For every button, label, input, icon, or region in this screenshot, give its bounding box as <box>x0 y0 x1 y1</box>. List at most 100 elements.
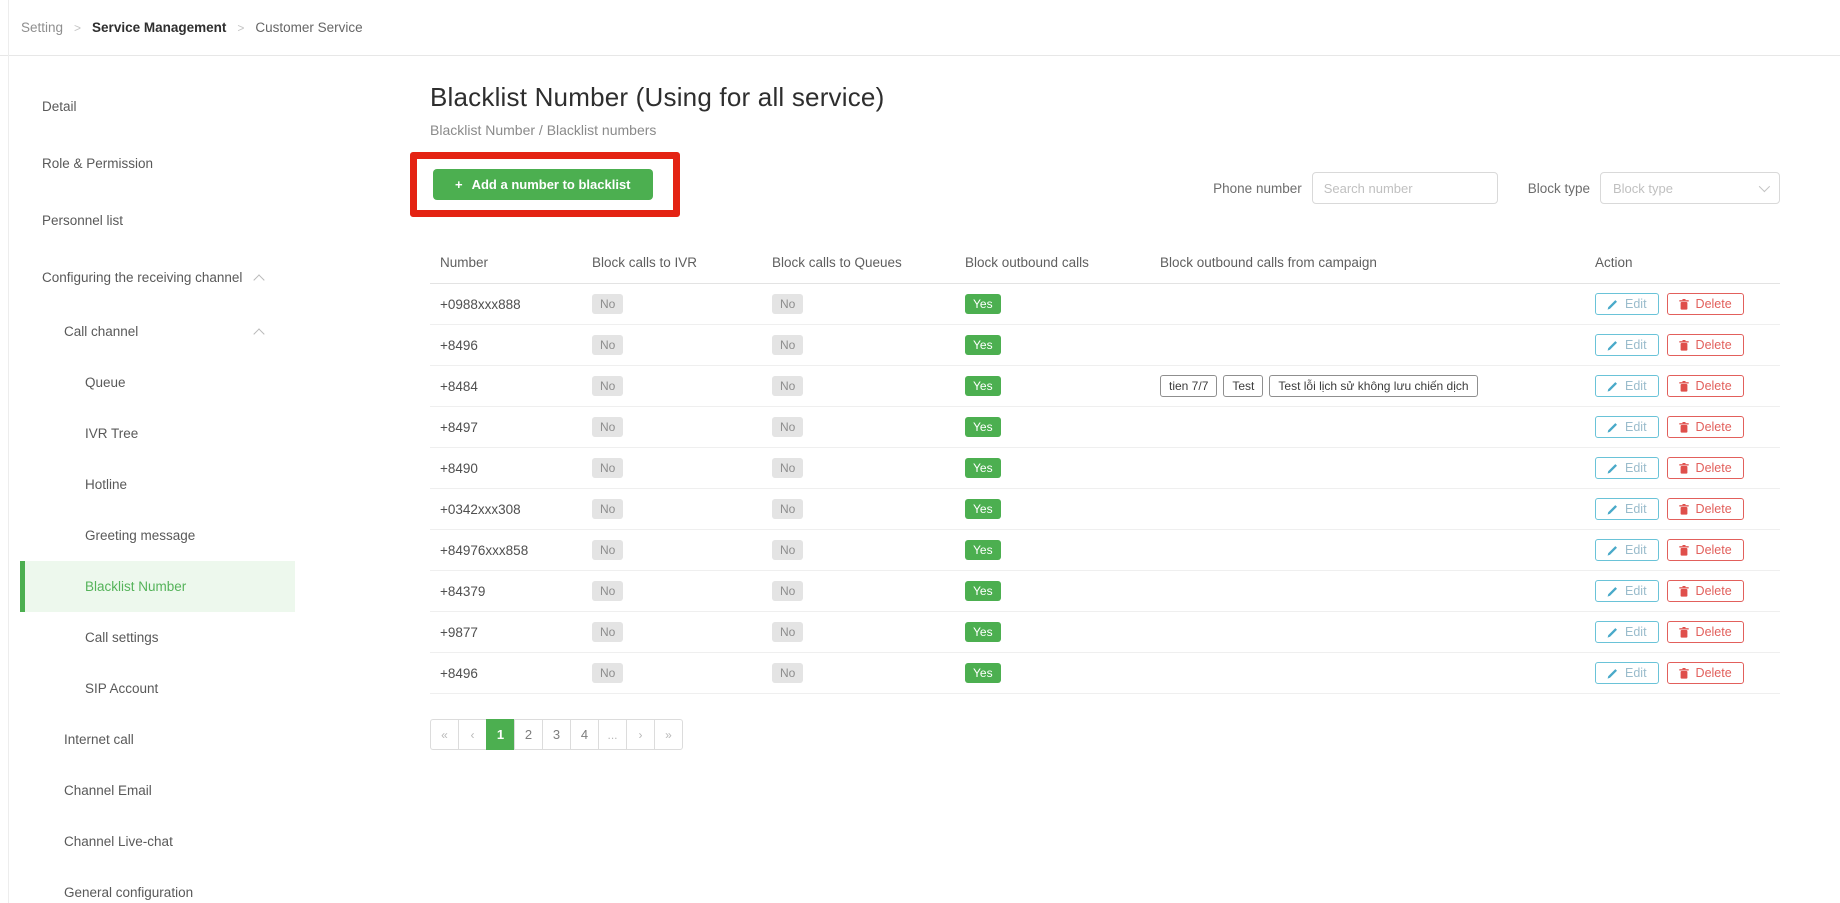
breadcrumb-item-customer-service[interactable]: Customer Service <box>255 20 362 35</box>
block-outbound-cell: Yes <box>955 499 1150 519</box>
edit-button[interactable]: Edit <box>1595 334 1659 356</box>
block-ivr-cell: No <box>582 417 762 437</box>
breadcrumb-item-setting[interactable]: Setting <box>21 20 63 35</box>
block-outbound-cell: Yes <box>955 417 1150 437</box>
no-badge: No <box>772 499 804 519</box>
edit-button-label: Edit <box>1625 338 1647 352</box>
pencil-icon <box>1607 545 1617 556</box>
table-row: +8496 No No Yes Edit Delete <box>430 325 1780 366</box>
number-cell: +84976xxx858 <box>440 542 529 558</box>
no-badge: No <box>772 376 804 396</box>
delete-button[interactable]: Delete <box>1666 662 1744 684</box>
column-header-block-calls-to-queues: Block calls to Queues <box>772 255 902 270</box>
delete-button[interactable]: Delete <box>1666 621 1744 643</box>
page-title: Blacklist Number (Using for all service) <box>430 82 885 112</box>
no-badge: No <box>772 622 804 642</box>
edit-button[interactable]: Edit <box>1595 293 1659 315</box>
sidebar-item-label: Greeting message <box>85 528 196 543</box>
next-page-button[interactable]: › <box>626 719 655 750</box>
sidebar-item-call-channel[interactable]: Call channel <box>20 306 295 357</box>
table-row: +0342xxx308 No No Yes Edit Delete <box>430 489 1780 530</box>
edit-button[interactable]: Edit <box>1595 662 1659 684</box>
edit-button[interactable]: Edit <box>1595 539 1659 561</box>
block-queues-cell: No <box>762 335 955 355</box>
sidebar-item-channel-email[interactable]: Channel Email <box>20 765 295 816</box>
prev-page-button[interactable]: ‹ <box>458 719 487 750</box>
no-badge: No <box>592 663 624 683</box>
page-button-4[interactable]: 4 <box>570 719 599 750</box>
pencil-icon <box>1607 381 1617 392</box>
page-ellipsis[interactable]: ... <box>598 719 627 750</box>
block-ivr-cell: No <box>582 540 762 560</box>
delete-button[interactable]: Delete <box>1666 293 1744 315</box>
delete-button[interactable]: Delete <box>1666 498 1744 520</box>
no-badge: No <box>772 663 804 683</box>
delete-button[interactable]: Delete <box>1666 539 1744 561</box>
delete-button[interactable]: Delete <box>1666 457 1744 479</box>
sidebar-item-greeting-message[interactable]: Greeting message <box>20 510 295 561</box>
table-row: +8496 No No Yes Edit Delete <box>430 653 1780 694</box>
campaign-tag: Test <box>1223 375 1264 397</box>
page-layout: Detail Role & Permission Personnel list … <box>0 56 1840 903</box>
sidebar-item-internet-call[interactable]: Internet call <box>20 714 295 765</box>
search-number-input[interactable] <box>1311 172 1498 204</box>
edit-button-label: Edit <box>1625 461 1647 475</box>
delete-button-label: Delete <box>1695 666 1732 680</box>
edit-button[interactable]: Edit <box>1595 375 1659 397</box>
block-queues-cell: No <box>762 581 955 601</box>
page-button-2[interactable]: 2 <box>514 719 543 750</box>
page-button-1[interactable]: 1 <box>486 719 515 750</box>
sidebar-item-sip-account[interactable]: SIP Account <box>20 663 295 714</box>
add-number-to-blacklist-button[interactable]: + Add a number to blacklist <box>433 169 653 200</box>
campaign-tag: tien 7/7 <box>1160 375 1218 397</box>
no-badge: No <box>772 581 804 601</box>
no-badge: No <box>772 417 804 437</box>
delete-button[interactable]: Delete <box>1666 416 1744 438</box>
action-cell: Edit Delete <box>1585 293 1780 315</box>
action-cell: Edit Delete <box>1585 539 1780 561</box>
edit-button[interactable]: Edit <box>1595 498 1659 520</box>
table-body: +0988xxx888 No No Yes Edit Delete +8496 … <box>430 284 1780 694</box>
sidebar-item-channel-live-chat[interactable]: Channel Live-chat <box>20 816 295 867</box>
edit-button[interactable]: Edit <box>1595 457 1659 479</box>
sidebar-item-role-permission[interactable]: Role & Permission <box>20 135 295 192</box>
edit-button[interactable]: Edit <box>1595 416 1659 438</box>
page-left-edge <box>8 0 9 903</box>
block-type-select[interactable]: Block type <box>1600 172 1780 204</box>
sidebar-item-blacklist-number[interactable]: Blacklist Number <box>20 561 295 612</box>
edit-button[interactable]: Edit <box>1595 580 1659 602</box>
trash-icon <box>1678 626 1689 638</box>
delete-button[interactable]: Delete <box>1666 580 1744 602</box>
block-queues-cell: No <box>762 376 955 396</box>
sidebar-item-label: Role & Permission <box>42 156 154 171</box>
sidebar-item-label: Channel Email <box>64 783 152 798</box>
sidebar-item-detail[interactable]: Detail <box>20 78 295 135</box>
page-button-3[interactable]: 3 <box>542 719 571 750</box>
sidebar: Detail Role & Permission Personnel list … <box>0 56 295 903</box>
yes-badge: Yes <box>965 622 1001 642</box>
block-outbound-cell: Yes <box>955 663 1150 683</box>
sidebar-item-label: Hotline <box>85 477 128 492</box>
table-row: +8484 No No Yes tien 7/7 Test Test lỗi lịc… <box>430 366 1780 407</box>
block-outbound-cell: Yes <box>955 581 1150 601</box>
sidebar-item-call-settings[interactable]: Call settings <box>20 612 295 663</box>
last-page-button[interactable]: » <box>654 719 683 750</box>
sidebar-item-general-configuration[interactable]: General configuration <box>20 867 295 903</box>
table-row: +84976xxx858 No No Yes Edit Delete <box>430 530 1780 571</box>
yes-badge: Yes <box>965 458 1001 478</box>
sidebar-item-queue[interactable]: Queue <box>20 357 295 408</box>
sidebar-item-hotline[interactable]: Hotline <box>20 459 295 510</box>
action-cell: Edit Delete <box>1585 662 1780 684</box>
block-outbound-cell: Yes <box>955 294 1150 314</box>
sidebar-item-configuring-the-receiving-channel[interactable]: Configuring the receiving channel <box>20 249 295 306</box>
delete-button[interactable]: Delete <box>1666 375 1744 397</box>
edit-button[interactable]: Edit <box>1595 621 1659 643</box>
edit-button-label: Edit <box>1625 666 1647 680</box>
delete-button[interactable]: Delete <box>1666 334 1744 356</box>
sidebar-item-ivr-tree[interactable]: IVR Tree <box>20 408 295 459</box>
breadcrumb-item-service-management[interactable]: Service Management <box>92 20 226 35</box>
action-cell: Edit Delete <box>1585 580 1780 602</box>
delete-button-label: Delete <box>1695 297 1732 311</box>
sidebar-item-personnel-list[interactable]: Personnel list <box>20 192 295 249</box>
first-page-button[interactable]: « <box>430 719 459 750</box>
